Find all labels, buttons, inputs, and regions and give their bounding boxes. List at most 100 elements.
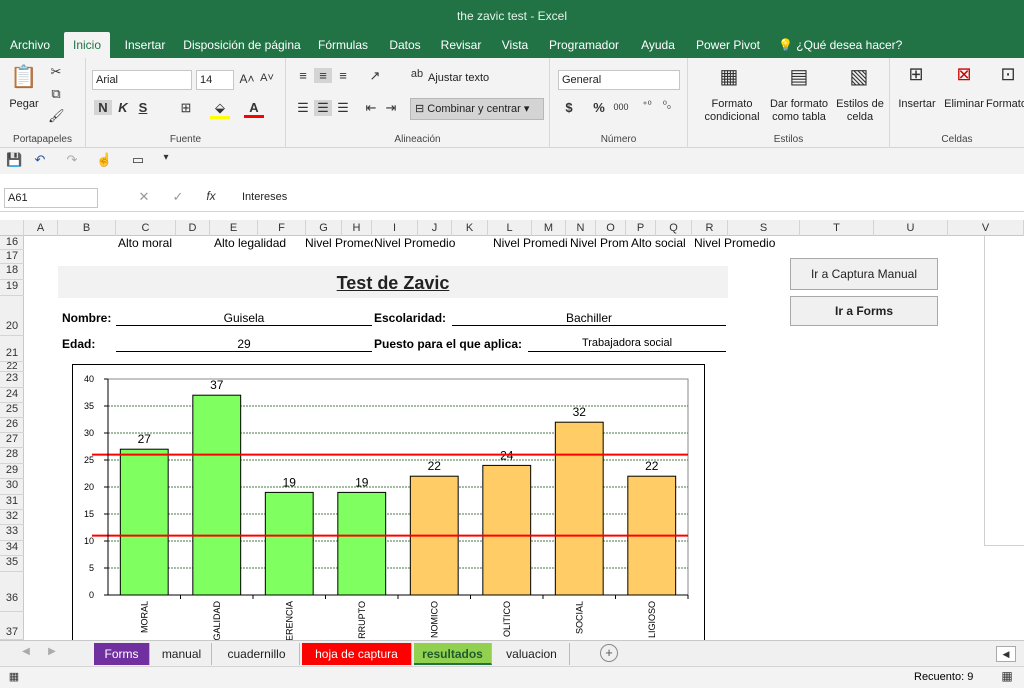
row-header[interactable]: 31 [0,495,24,510]
font-name-select[interactable]: Arial [92,70,192,90]
formula-input[interactable]: Intereses [232,188,1022,208]
delete-cells-icon[interactable]: ⊠ [952,64,976,85]
save-icon[interactable]: 💾 [6,152,22,168]
cell-styles-icon[interactable]: ▧ [846,64,872,89]
currency-button[interactable]: $ [560,100,578,115]
hscroll-left-icon[interactable]: ◀ [996,646,1016,662]
row-header[interactable]: 22 [0,362,24,372]
column-header[interactable]: O [596,220,626,236]
row-header[interactable]: 33 [0,525,24,541]
sheet-tab-forms[interactable]: Forms [94,643,150,665]
row-header[interactable]: 34 [0,541,24,556]
column-header[interactable]: J [418,220,452,236]
row-header[interactable]: 23 [0,372,24,388]
scroll-right-icon[interactable]: ▶ [46,646,58,657]
customize-qat-icon[interactable]: ▾ [158,152,174,163]
format-cells-button[interactable]: Formato [986,98,1024,111]
align-bottom-icon[interactable]: ≡ [334,68,352,83]
increase-indent-icon[interactable]: ⇥ [382,100,400,116]
row-header[interactable]: 36 [0,572,24,612]
name-value[interactable]: Guisela [116,311,372,326]
row-header[interactable]: 19 [0,280,24,296]
grow-font-icon[interactable]: A˄ [238,72,256,86]
column-header[interactable]: S [728,220,800,236]
row-header[interactable]: 35 [0,556,24,572]
insert-function-icon[interactable]: fx [202,189,220,203]
tab-ayuda[interactable]: Ayuda [632,32,684,58]
tab-datos[interactable]: Datos [382,32,428,58]
cancel-icon[interactable]: ✕ [136,189,152,205]
tab-formulas[interactable]: Fórmulas [312,32,374,58]
percent-button[interactable]: % [590,100,608,115]
align-left-icon[interactable]: ☰ [294,100,312,116]
tab-insertar[interactable]: Insertar [118,32,172,58]
redo-icon[interactable]: ↷ [64,152,80,168]
format-painter-icon[interactable]: 🖌 [48,108,65,124]
row-header[interactable]: 21 [0,336,24,362]
column-header[interactable]: R [692,220,728,236]
column-header[interactable]: I [372,220,418,236]
format-table-button[interactable]: Dar formato como tabla [766,98,832,124]
normal-view-icon[interactable]: ▦ [998,669,1016,683]
sheet-tab-valuacion[interactable]: valuacion [494,643,570,665]
orientation-icon[interactable]: ↗ [364,68,386,84]
align-right-icon[interactable]: ☰ [334,100,352,116]
add-sheet-icon[interactable]: + [600,644,618,662]
tab-power-pivot[interactable]: Power Pivot [692,32,764,58]
underline-button[interactable]: S [134,100,152,115]
column-header[interactable]: V [948,220,1024,236]
column-header[interactable]: T [800,220,874,236]
tab-disposicion[interactable]: Disposición de página [180,32,304,58]
sheet-tab-manual[interactable]: manual [152,643,212,665]
row-header[interactable]: 25 [0,403,24,418]
column-header[interactable]: M [532,220,566,236]
sheet-tab-hoja-de-captura[interactable]: hoja de captura [302,643,412,665]
format-table-icon[interactable]: ▤ [786,64,812,89]
column-header[interactable]: C [116,220,176,236]
column-header[interactable]: U [874,220,948,236]
insert-cells-button[interactable]: Insertar [896,98,938,111]
column-header[interactable]: Q [656,220,692,236]
cut-icon[interactable]: ✂ [48,64,64,80]
number-format-select[interactable]: General [558,70,680,90]
column-header[interactable]: A [24,220,58,236]
column-header[interactable]: B [58,220,116,236]
tab-revisar[interactable]: Revisar [436,32,486,58]
merge-center-button[interactable]: ⊟ Combinar y centrar ▾ [410,98,544,120]
column-header[interactable]: E [210,220,258,236]
row-header[interactable]: 20 [0,296,24,336]
column-header[interactable]: D [176,220,210,236]
sheet-tab-resultados[interactable]: resultados [414,643,492,665]
tab-archivo[interactable]: Archivo [4,32,56,58]
align-middle-icon[interactable]: ≡ [314,68,332,83]
scroll-left-icon[interactable]: ◀ [20,646,32,657]
insert-cells-icon[interactable]: ⊞ [904,64,928,85]
go-to-manual-button[interactable]: Ir a Captura Manual [790,258,938,290]
tab-programador[interactable]: Programador [544,32,624,58]
copy-icon[interactable]: ⧉ [48,86,64,102]
row-header[interactable]: 17 [0,250,24,264]
school-value[interactable]: Bachiller [452,311,726,326]
go-to-forms-button[interactable]: Ir a Forms [790,296,938,326]
paste-button[interactable]: Pegar [6,98,42,111]
row-header[interactable]: 28 [0,448,24,464]
italic-button[interactable]: K [114,100,132,115]
tab-inicio[interactable]: Inicio [64,32,110,58]
delete-cells-button[interactable]: Eliminar [942,98,986,111]
borders-icon[interactable]: ⊞ [176,100,196,116]
paste-icon[interactable]: 📋 [10,64,38,92]
column-header[interactable]: F [258,220,306,236]
row-header[interactable]: 37 [0,612,24,640]
row-header[interactable]: 26 [0,418,24,433]
tell-me-search[interactable]: 💡 ¿Qué desea hacer? [778,32,908,58]
align-center-icon[interactable]: ☰ [314,100,332,116]
touch-mode-icon[interactable]: ☝ [96,152,112,168]
align-top-icon[interactable]: ≡ [294,68,312,83]
row-header[interactable]: 32 [0,510,24,525]
increase-decimal-icon[interactable]: ⁺⁰ [638,100,656,111]
column-header[interactable]: H [342,220,372,236]
select-all-corner[interactable] [0,220,24,236]
wrap-text-icon[interactable]: ab [408,68,426,80]
tab-vista[interactable]: Vista [494,32,536,58]
sheet-tab-cuadernillo[interactable]: cuadernillo [214,643,300,665]
